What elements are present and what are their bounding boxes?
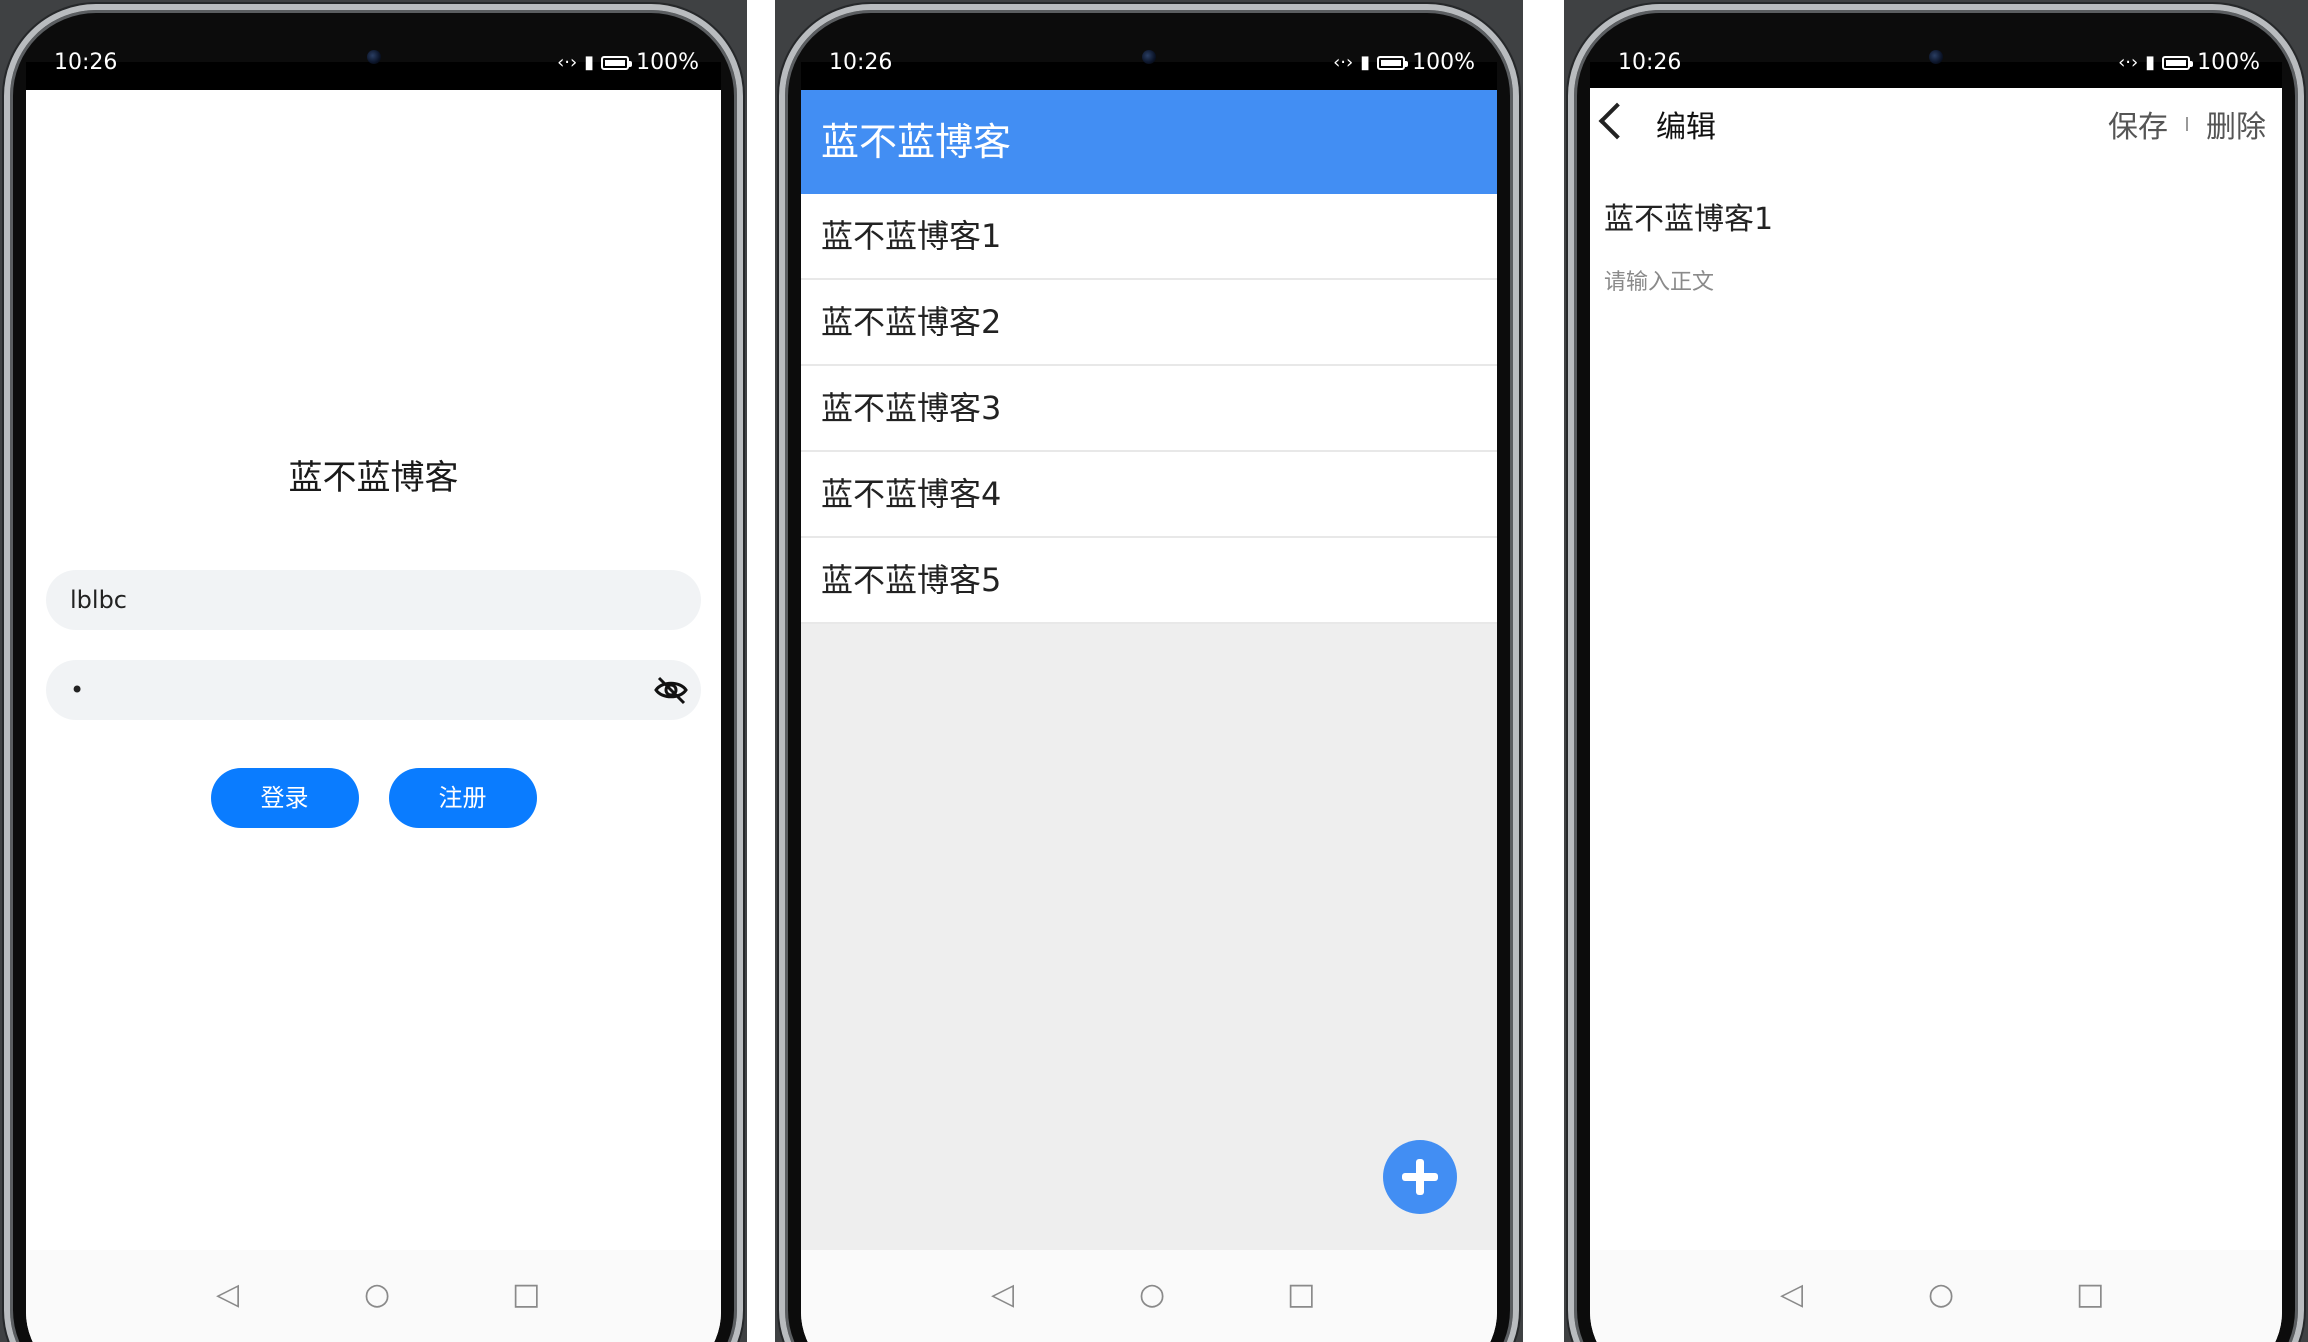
screen-edit: 编辑 保存 删除 蓝不蓝博客1 请输入正文 ◁ ○ □ (1590, 62, 2282, 1342)
username-value: lblbc (70, 586, 127, 614)
battery-icon (1377, 55, 1409, 70)
add-button[interactable] (1383, 1140, 1457, 1214)
battery-saver-icon: ▮ (1360, 51, 1371, 73)
battery-percent: 100% (2197, 50, 2260, 75)
data-transfer-icon: ‹·› (2118, 51, 2139, 73)
divider (747, 0, 775, 1342)
phone-list: 蓝不蓝博客 蓝不蓝博客1 蓝不蓝博客2 蓝不蓝博客3 蓝不蓝博客4 蓝不蓝博客5… (775, 0, 1523, 1342)
status-time: 10:26 (829, 50, 893, 75)
nav-back-icon[interactable]: ◁ (991, 1280, 1014, 1310)
phone-edit: 编辑 保存 删除 蓝不蓝博客1 请输入正文 ◁ ○ □ 10:26 ‹·› ▮ … (1564, 0, 2308, 1342)
hide-password-icon[interactable] (653, 674, 689, 706)
screen-login: 蓝不蓝博客 lblbc • 登录 注册 ◁ ○ □ (26, 62, 721, 1342)
status-time: 10:26 (54, 50, 118, 75)
register-button[interactable]: 注册 (388, 768, 537, 828)
delete-button[interactable]: 删除 (2206, 102, 2266, 146)
list-item[interactable]: 蓝不蓝博客3 (801, 366, 1497, 452)
username-input[interactable]: lblbc (46, 570, 701, 630)
app-header-title: 蓝不蓝博客 (801, 90, 1497, 194)
edit-page: 编辑 保存 删除 蓝不蓝博客1 请输入正文 ◁ ○ □ (1590, 88, 2282, 1342)
nav-back-icon[interactable]: ◁ (216, 1280, 239, 1310)
divider (2186, 117, 2188, 131)
phone-login: 蓝不蓝博客 lblbc • 登录 注册 ◁ ○ □ 10:26 ‹·› ▮ 10… (0, 0, 747, 1342)
nav-home-icon[interactable]: ○ (1928, 1280, 1954, 1310)
note-title-input[interactable]: 蓝不蓝博客1 (1604, 194, 1773, 238)
nav-recent-icon[interactable]: □ (2076, 1280, 2104, 1310)
system-nav-bar: ◁ ○ □ (801, 1250, 1497, 1342)
nav-home-icon[interactable]: ○ (1139, 1280, 1165, 1310)
back-arrow-icon[interactable] (1598, 102, 1636, 140)
login-button[interactable]: 登录 (210, 768, 359, 828)
front-camera (1142, 50, 1156, 64)
blog-list: 蓝不蓝博客1 蓝不蓝博客2 蓝不蓝博客3 蓝不蓝博客4 蓝不蓝博客5 (801, 194, 1497, 1290)
list-item[interactable]: 蓝不蓝博客2 (801, 280, 1497, 366)
battery-icon (601, 55, 633, 70)
nav-recent-icon[interactable]: □ (1287, 1280, 1315, 1310)
edit-toolbar: 编辑 保存 删除 (1590, 88, 2282, 160)
list-item[interactable]: 蓝不蓝博客1 (801, 194, 1497, 280)
battery-icon (2162, 55, 2194, 70)
toolbar-actions: 保存 删除 (2108, 102, 2266, 146)
page-title: 蓝不蓝博客 (288, 458, 459, 498)
screen-list: 蓝不蓝博客 蓝不蓝博客1 蓝不蓝博客2 蓝不蓝博客3 蓝不蓝博客4 蓝不蓝博客5… (801, 62, 1497, 1342)
list-item[interactable]: 蓝不蓝博客4 (801, 452, 1497, 538)
front-camera (366, 50, 381, 64)
battery-saver-icon: ▮ (584, 51, 595, 73)
nav-recent-icon[interactable]: □ (512, 1280, 540, 1310)
system-nav-bar: ◁ ○ □ (26, 1250, 721, 1342)
status-bar: 10:26 ‹·› ▮ 100% (801, 26, 1497, 88)
divider (1523, 0, 1564, 1342)
nav-home-icon[interactable]: ○ (364, 1280, 390, 1310)
data-transfer-icon: ‹·› (557, 51, 578, 73)
password-input[interactable]: • (46, 660, 701, 720)
button-row: 登录 注册 (26, 768, 721, 828)
status-bar: 10:26 ‹·› ▮ 100% (26, 26, 721, 88)
note-body-input[interactable]: 请输入正文 (1604, 264, 1714, 296)
battery-percent: 100% (1412, 50, 1475, 75)
password-value: • (70, 676, 85, 704)
save-button[interactable]: 保存 (2108, 102, 2168, 146)
login-page: 蓝不蓝博客 lblbc • 登录 注册 ◁ ○ □ (26, 90, 721, 1342)
system-nav-bar: ◁ ○ □ (1590, 1250, 2282, 1342)
battery-saver-icon: ▮ (2145, 51, 2156, 73)
nav-back-icon[interactable]: ◁ (1780, 1280, 1803, 1310)
status-time: 10:26 (1618, 50, 1682, 75)
list-item[interactable]: 蓝不蓝博客5 (801, 538, 1497, 624)
list-page: 蓝不蓝博客 蓝不蓝博客1 蓝不蓝博客2 蓝不蓝博客3 蓝不蓝博客4 蓝不蓝博客5… (801, 90, 1497, 1342)
data-transfer-icon: ‹·› (1333, 51, 1354, 73)
status-bar: 10:26 ‹·› ▮ 100% (1590, 26, 2282, 88)
battery-percent: 100% (636, 50, 699, 75)
page-title: 编辑 (1656, 110, 1716, 145)
front-camera (1929, 50, 1943, 64)
